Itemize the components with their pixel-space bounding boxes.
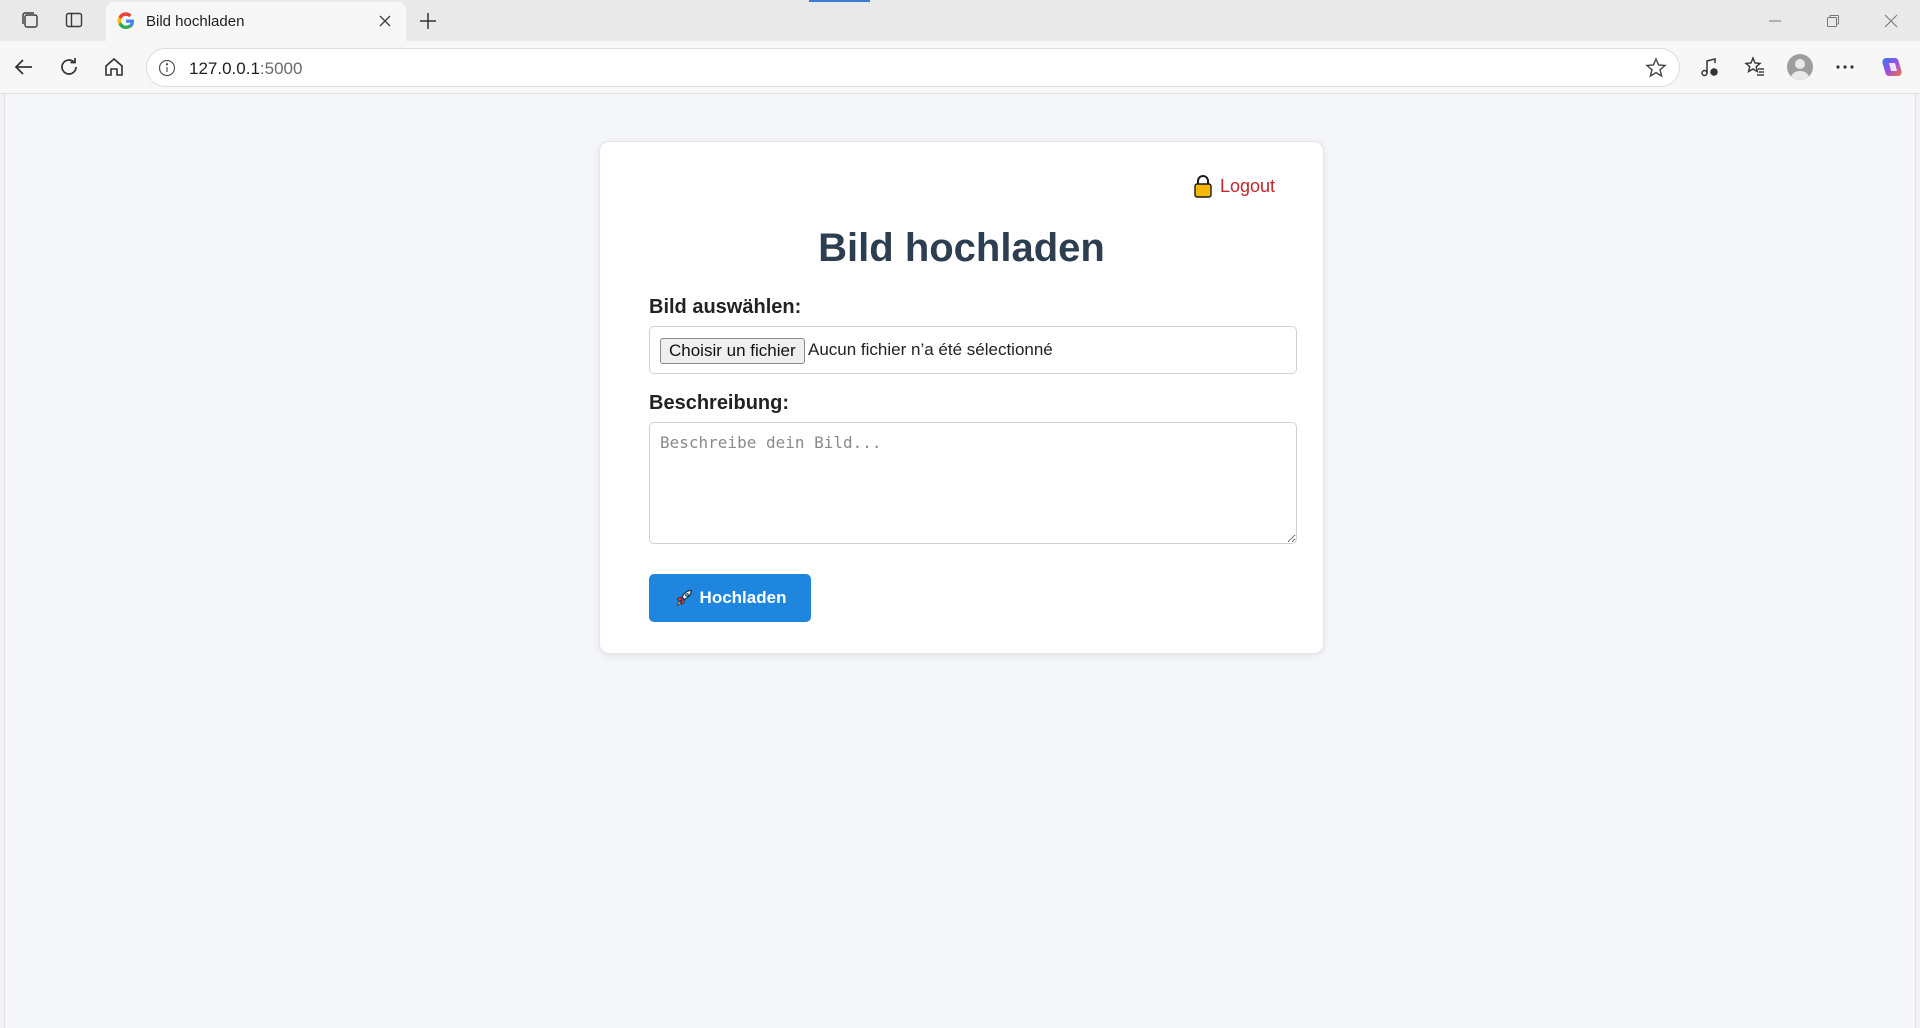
rocket-icon	[676, 589, 692, 606]
close-window-icon[interactable]	[1868, 6, 1914, 36]
media-control-icon[interactable]	[1693, 50, 1727, 84]
browser-tab-bar: Bild hochladen	[0, 0, 1920, 41]
url-host: 127.0.0.1	[189, 59, 260, 78]
file-input[interactable]: Choisir un fichier Aucun fichier n’a été…	[649, 326, 1297, 374]
tab-drop-indicator	[809, 0, 870, 2]
lock-icon	[1194, 175, 1212, 198]
favorites-icon[interactable]	[1738, 50, 1772, 84]
profile-avatar[interactable]	[1783, 50, 1817, 84]
image-label: Bild auswählen:	[649, 296, 802, 318]
close-icon[interactable]	[374, 10, 396, 32]
vertical-tabs-icon[interactable]	[60, 8, 88, 32]
workspaces-icon[interactable]	[16, 8, 44, 32]
logout-link[interactable]: Logout	[1192, 174, 1275, 198]
tab-title: Bild hochladen	[146, 13, 245, 30]
url-port: :5000	[259, 59, 303, 78]
site-info-icon[interactable]	[155, 56, 179, 80]
file-status-text: Aucun fichier n’a été sélectionné	[808, 340, 1053, 359]
minimize-icon[interactable]	[1752, 6, 1798, 36]
google-favicon	[117, 12, 134, 30]
more-icon[interactable]	[1828, 50, 1862, 84]
new-tab-icon[interactable]	[414, 7, 442, 35]
copilot-icon[interactable]	[1875, 50, 1909, 84]
upload-card: Logout Bild hochladen Bild auswählen: Ch…	[599, 141, 1324, 654]
description-label: Beschreibung:	[649, 392, 790, 414]
home-icon[interactable]	[97, 50, 131, 84]
favorite-star-icon[interactable]	[1643, 55, 1669, 81]
logout-label: Logout	[1219, 175, 1275, 196]
restore-icon[interactable]	[1810, 6, 1856, 36]
upload-button-label: Hochladen	[699, 588, 787, 607]
active-tab[interactable]: Bild hochladen	[106, 2, 406, 41]
page-title: Bild hochladen	[818, 226, 1105, 270]
upload-button[interactable]: Hochladen	[649, 574, 811, 622]
address-bar[interactable]: 127.0.0.1:5000	[146, 48, 1680, 87]
back-icon[interactable]	[7, 50, 41, 84]
browser-toolbar: 127.0.0.1:5000	[0, 41, 1920, 94]
choose-file-button[interactable]: Choisir un fichier	[660, 338, 805, 364]
refresh-icon[interactable]	[52, 50, 86, 84]
description-textarea[interactable]	[649, 422, 1297, 544]
page-viewport: Logout Bild hochladen Bild auswählen: Ch…	[4, 94, 1916, 1028]
avatar	[1787, 54, 1813, 80]
url-text[interactable]: 127.0.0.1:5000	[189, 59, 302, 79]
